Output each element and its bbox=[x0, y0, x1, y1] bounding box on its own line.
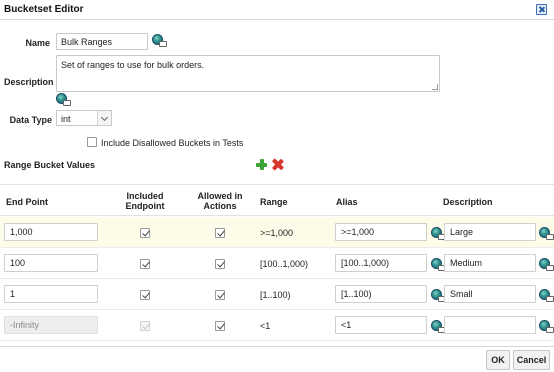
close-icon[interactable] bbox=[536, 4, 547, 15]
end-point-input[interactable] bbox=[4, 254, 98, 272]
translate-globe-icon[interactable] bbox=[539, 320, 554, 333]
translate-globe-icon[interactable] bbox=[431, 320, 446, 333]
datatype-label: Data Type bbox=[9, 115, 52, 125]
allowed-in-actions-checkbox[interactable] bbox=[215, 259, 225, 269]
allowed-in-actions-checkbox[interactable] bbox=[215, 228, 225, 238]
dialog-titlebar: Bucketset Editor bbox=[0, 0, 554, 20]
range-text: [100..1,000) bbox=[260, 259, 309, 269]
resize-grip-icon[interactable] bbox=[432, 84, 438, 90]
col-range: Range bbox=[260, 197, 288, 207]
end-point-input[interactable] bbox=[4, 285, 98, 303]
col-description: Description bbox=[443, 197, 493, 207]
name-input[interactable] bbox=[56, 33, 148, 50]
translate-globe-icon[interactable] bbox=[431, 289, 446, 302]
translate-globe-icon[interactable] bbox=[431, 227, 446, 240]
datatype-value: int bbox=[61, 114, 71, 124]
range-text: >=1,000 bbox=[260, 228, 294, 238]
section-title: Range Bucket Values bbox=[4, 160, 96, 170]
translate-globe-icon[interactable] bbox=[152, 34, 167, 47]
alias-input[interactable] bbox=[335, 316, 427, 334]
translate-globe-icon[interactable] bbox=[539, 258, 554, 271]
col-end-point: End Point bbox=[6, 197, 48, 207]
end-point-input[interactable] bbox=[4, 223, 98, 241]
description-input[interactable] bbox=[444, 254, 536, 272]
table-header: End Point Included Endpoint Allowed in A… bbox=[0, 184, 554, 216]
table-row[interactable]: <1 bbox=[0, 310, 554, 341]
ok-button[interactable]: OK bbox=[486, 350, 510, 370]
end-point-input bbox=[4, 316, 98, 334]
range-text: [1..100) bbox=[260, 290, 291, 300]
add-icon[interactable] bbox=[256, 159, 267, 170]
translate-globe-icon[interactable] bbox=[539, 227, 554, 240]
table-row[interactable]: >=1,000 bbox=[0, 217, 554, 248]
translate-globe-icon[interactable] bbox=[539, 289, 554, 302]
col-allowed-in-actions: Allowed in Actions bbox=[197, 191, 243, 211]
table-row[interactable]: [1..100) bbox=[0, 279, 554, 310]
chevron-down-icon[interactable] bbox=[97, 111, 111, 125]
name-label: Name bbox=[25, 38, 50, 48]
range-text: <1 bbox=[260, 321, 271, 331]
dialog-title: Bucketset Editor bbox=[4, 4, 84, 15]
dialog-footer: OK Cancel bbox=[0, 346, 554, 372]
translate-globe-icon[interactable] bbox=[431, 258, 446, 271]
alias-input[interactable] bbox=[335, 223, 427, 241]
included-endpoint-checkbox bbox=[140, 321, 150, 331]
table-row[interactable]: [100..1,000) bbox=[0, 248, 554, 279]
description-label: Description bbox=[4, 77, 54, 87]
description-textarea[interactable]: Set of ranges to use for bulk orders. bbox=[56, 55, 440, 92]
alias-input[interactable] bbox=[335, 254, 427, 272]
included-endpoint-checkbox[interactable] bbox=[140, 290, 150, 300]
include-disallowed-label: Include Disallowed Buckets in Tests bbox=[101, 138, 244, 148]
datatype-select[interactable]: int bbox=[56, 110, 112, 126]
delete-icon[interactable] bbox=[272, 159, 283, 170]
allowed-in-actions-checkbox[interactable] bbox=[215, 321, 225, 331]
included-endpoint-checkbox[interactable] bbox=[140, 228, 150, 238]
included-endpoint-checkbox[interactable] bbox=[140, 259, 150, 269]
include-disallowed-checkbox[interactable] bbox=[87, 137, 97, 147]
col-alias: Alias bbox=[336, 197, 358, 207]
alias-input[interactable] bbox=[335, 285, 427, 303]
col-included-endpoint: Included Endpoint bbox=[125, 191, 165, 211]
description-input[interactable] bbox=[444, 223, 536, 241]
description-input[interactable] bbox=[444, 285, 536, 303]
cancel-button[interactable]: Cancel bbox=[513, 350, 550, 370]
translate-globe-icon[interactable] bbox=[56, 93, 71, 106]
allowed-in-actions-checkbox[interactable] bbox=[215, 290, 225, 300]
description-input[interactable] bbox=[444, 316, 536, 334]
